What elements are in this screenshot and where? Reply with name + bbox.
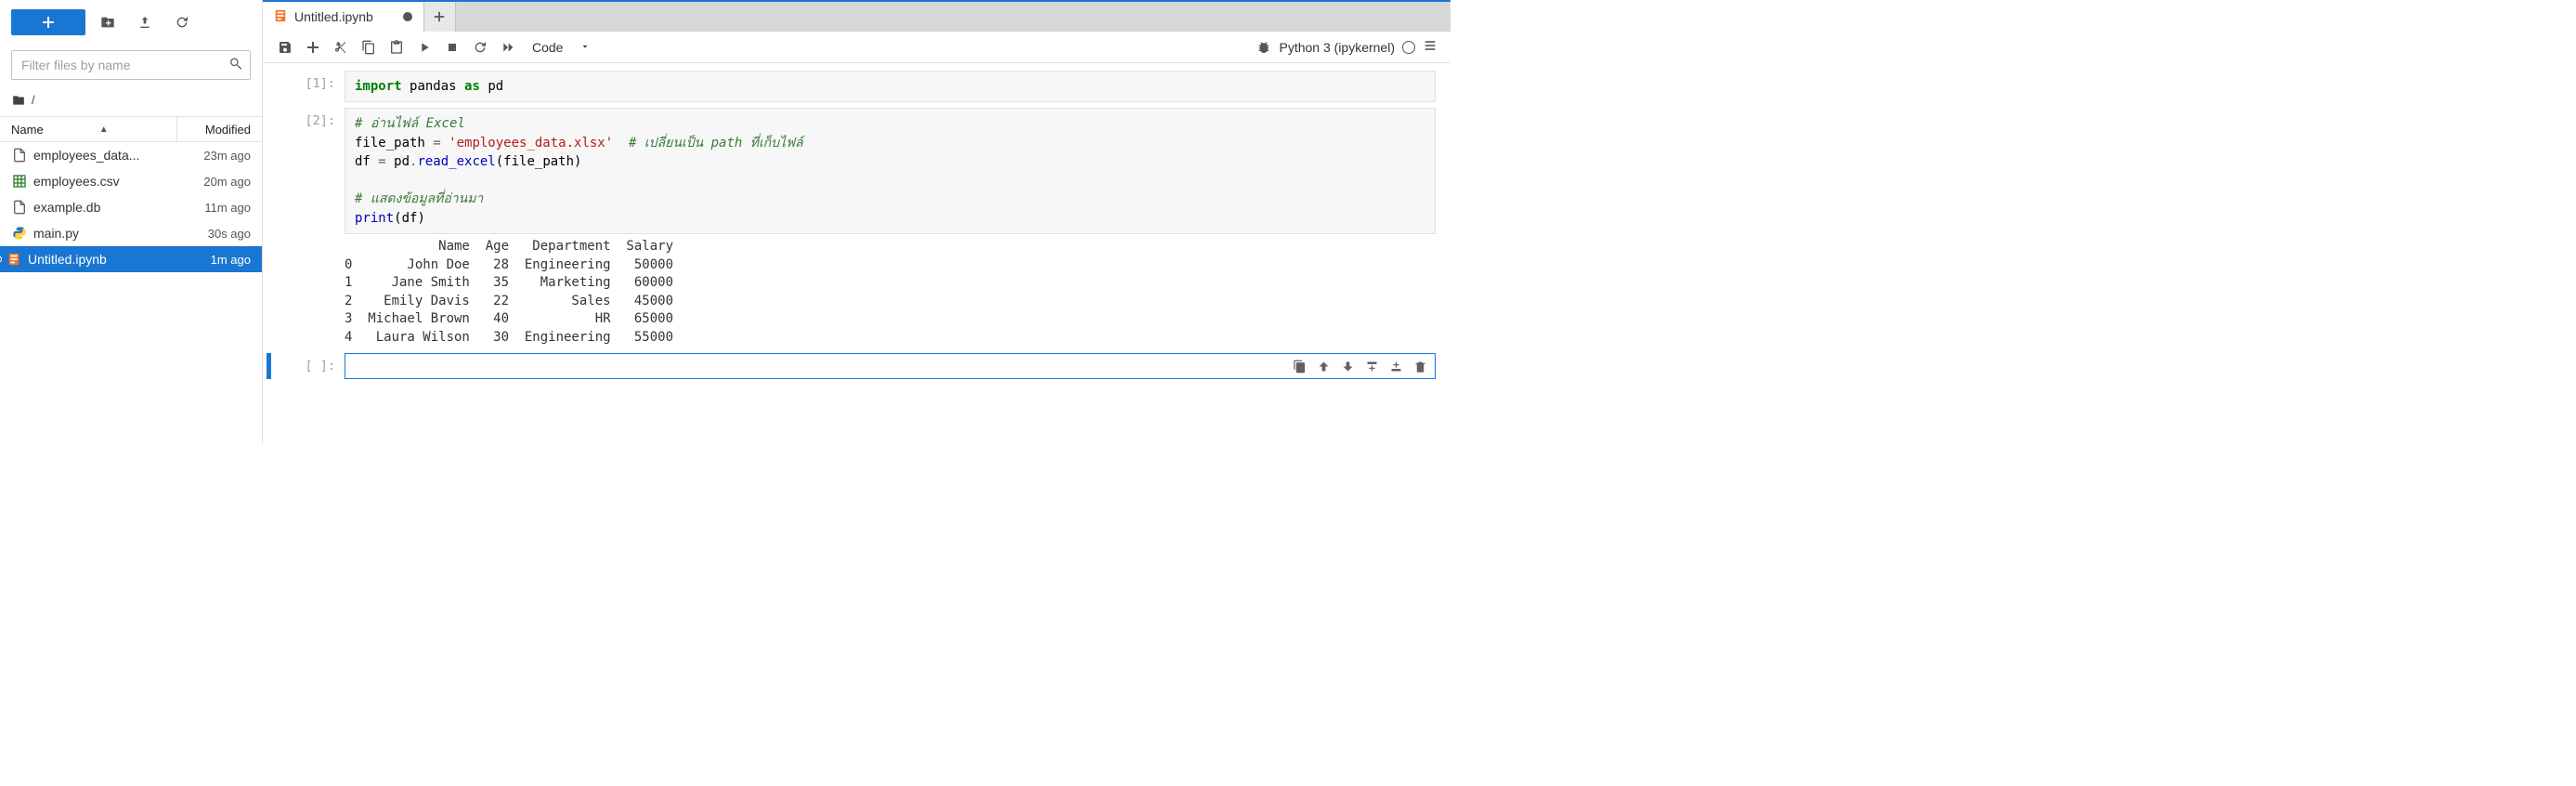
copy-icon[interactable] [356, 34, 382, 60]
code-input[interactable]: import pandas as pd [345, 71, 1436, 102]
cell-prompt: [ ]: [272, 353, 345, 379]
file-icon [11, 199, 28, 216]
restart-run-all-icon[interactable] [495, 34, 521, 60]
new-tab-button[interactable] [424, 2, 456, 32]
file-browser-sidebar: / Name ▲ Modified employees_data...23m a… [0, 0, 263, 444]
notebook-icon [6, 251, 22, 268]
file-modified: 23m ago [184, 149, 251, 163]
file-name: Untitled.ipynb [28, 252, 184, 267]
search-icon [228, 57, 243, 74]
cell-output: Name Age Department Salary 0 John Doe 28… [345, 234, 1436, 347]
tab-bar: Untitled.ipynb [263, 0, 1451, 32]
notebook-cell[interactable]: [ ]: [272, 353, 1436, 379]
debugger-icon[interactable] [1251, 34, 1277, 60]
file-row[interactable]: Untitled.ipynb1m ago [0, 246, 262, 272]
move-down-icon[interactable] [1337, 357, 1358, 377]
new-folder-icon[interactable] [93, 9, 123, 35]
save-icon[interactable] [272, 34, 298, 60]
tab-title: Untitled.ipynb [294, 9, 373, 24]
restart-icon[interactable] [467, 34, 493, 60]
delete-cell-icon[interactable] [1410, 357, 1430, 377]
file-modified: 20m ago [184, 175, 251, 189]
sort-asc-icon: ▲ [99, 124, 109, 135]
file-row[interactable]: employees_data...23m ago [0, 142, 262, 168]
file-modified: 11m ago [184, 201, 251, 215]
file-name: employees_data... [33, 148, 184, 163]
column-header-name[interactable]: Name ▲ [0, 123, 176, 137]
kernel-name[interactable]: Python 3 (ipykernel) [1279, 40, 1395, 55]
tab-notebook[interactable]: Untitled.ipynb [263, 2, 424, 32]
running-indicator-icon [0, 255, 2, 263]
cell-prompt: [1]: [272, 71, 345, 102]
notebook-icon [274, 9, 287, 25]
cell-prompt: [2]: [272, 108, 345, 347]
file-name: main.py [33, 226, 184, 241]
notebook-cell[interactable]: [1]:import pandas as pd [272, 71, 1436, 102]
column-header-modified[interactable]: Modified [176, 117, 262, 141]
unsaved-indicator-icon [403, 12, 412, 21]
filter-files-input[interactable] [11, 50, 251, 80]
paste-icon[interactable] [384, 34, 410, 60]
notebook-toolbar: Code Python 3 (ipykernel) [263, 32, 1451, 63]
code-input[interactable] [345, 353, 1436, 379]
file-name: employees.csv [33, 174, 184, 189]
insert-above-icon[interactable] [1361, 357, 1382, 377]
interrupt-icon[interactable] [439, 34, 465, 60]
cut-icon[interactable] [328, 34, 354, 60]
file-modified: 1m ago [184, 253, 251, 267]
file-icon [11, 147, 28, 164]
python-icon [11, 225, 28, 242]
upload-icon[interactable] [130, 9, 160, 35]
refresh-icon[interactable] [167, 9, 197, 35]
breadcrumb-path: / [32, 93, 35, 107]
code-input[interactable]: # อ่านไฟล์ Excel file_path = 'employees_… [345, 108, 1436, 234]
insert-below-icon[interactable] [1386, 357, 1406, 377]
file-modified: 30s ago [184, 227, 251, 241]
chevron-down-icon [579, 40, 591, 55]
spreadsheet-icon [11, 173, 28, 190]
breadcrumb[interactable]: / [0, 89, 262, 116]
insert-cell-icon[interactable] [300, 34, 326, 60]
run-icon[interactable] [411, 34, 437, 60]
duplicate-cell-icon[interactable] [1289, 357, 1309, 377]
cell-type-dropdown[interactable]: Code [523, 40, 600, 55]
file-row[interactable]: employees.csv20m ago [0, 168, 262, 194]
file-name: example.db [33, 200, 184, 215]
new-launcher-button[interactable] [11, 9, 85, 35]
move-up-icon[interactable] [1313, 357, 1334, 377]
more-icon[interactable] [1423, 38, 1438, 56]
file-row[interactable]: example.db11m ago [0, 194, 262, 220]
file-row[interactable]: main.py30s ago [0, 220, 262, 246]
notebook-cell[interactable]: [2]:# อ่านไฟล์ Excel file_path = 'employ… [272, 108, 1436, 347]
kernel-status-icon[interactable] [1402, 41, 1415, 54]
